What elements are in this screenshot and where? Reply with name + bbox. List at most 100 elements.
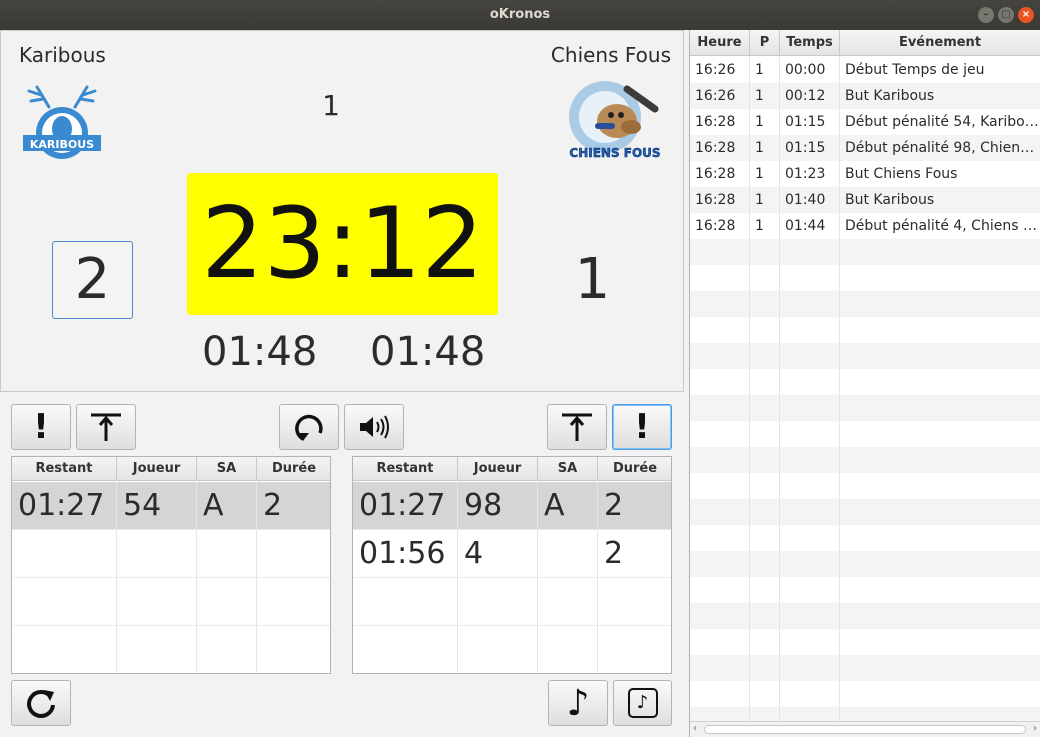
cell-heure: [690, 421, 750, 447]
table-row[interactable]: [690, 473, 1040, 499]
column-header-joueur[interactable]: Joueur: [458, 457, 538, 481]
home-team-name: Karibous: [19, 43, 106, 67]
table-row[interactable]: [690, 499, 1040, 525]
cell-temps: 00:00: [780, 57, 840, 83]
game-clock[interactable]: 23:12: [187, 173, 498, 315]
cell-sa: [538, 530, 598, 578]
table-row[interactable]: [690, 655, 1040, 681]
home-penalties-table: Restant Joueur SA Durée 01:27 54 A 2: [11, 456, 331, 674]
cell-event: [840, 421, 1040, 447]
scrollbar-thumb[interactable]: [704, 725, 1026, 734]
cell-temps: [780, 655, 840, 681]
table-row[interactable]: 01:27 54 A 2: [12, 482, 330, 530]
music-small-button[interactable]: ♪: [613, 680, 672, 726]
column-header-sa[interactable]: SA: [538, 457, 598, 481]
cell-p: [750, 525, 780, 551]
home-team-logo: KARIBOUS: [23, 85, 101, 159]
table-row[interactable]: [690, 395, 1040, 421]
cell-joueur: 98: [458, 482, 538, 530]
column-header-evenement[interactable]: Evénement: [840, 30, 1040, 56]
table-row[interactable]: [690, 265, 1040, 291]
reset-button[interactable]: [11, 680, 71, 726]
cell-p: 1: [750, 109, 780, 135]
cell-empty: [117, 578, 197, 626]
cell-heure: [690, 681, 750, 707]
cell-event: [840, 317, 1040, 343]
column-header-duree[interactable]: Durée: [257, 457, 330, 481]
column-header-temps[interactable]: Temps: [780, 30, 840, 56]
table-row[interactable]: 01:27 98 A 2: [353, 482, 671, 530]
table-row[interactable]: [353, 578, 671, 626]
table-row[interactable]: [690, 577, 1040, 603]
table-row[interactable]: [690, 239, 1040, 265]
home-goal-button[interactable]: [76, 404, 136, 450]
home-penalty-button[interactable]: !: [11, 404, 71, 450]
away-goal-button[interactable]: [547, 404, 607, 450]
cell-p: 1: [750, 187, 780, 213]
column-header-restant[interactable]: Restant: [353, 457, 458, 481]
column-header-sa[interactable]: SA: [197, 457, 257, 481]
cell-heure: [690, 499, 750, 525]
cell-empty: [458, 626, 538, 673]
cell-p: 1: [750, 83, 780, 109]
table-row[interactable]: 16:28 1 01:44 Début pénalité 4, Chiens Fous: [690, 213, 1040, 239]
cell-heure: 16:28: [690, 213, 750, 239]
table-row[interactable]: [12, 626, 330, 673]
column-header-joueur[interactable]: Joueur: [117, 457, 197, 481]
table-row[interactable]: [353, 626, 671, 673]
table-row[interactable]: 16:26 1 00:00 Début Temps de jeu: [690, 57, 1040, 83]
scroll-left-icon[interactable]: ‹: [693, 723, 697, 734]
horn-button[interactable]: [344, 404, 404, 450]
minimize-icon[interactable]: –: [978, 7, 994, 23]
table-row[interactable]: [690, 603, 1040, 629]
music-button[interactable]: ♪: [548, 680, 608, 726]
cell-event: But Chiens Fous: [840, 161, 1040, 187]
table-row[interactable]: [690, 551, 1040, 577]
table-row[interactable]: [690, 525, 1040, 551]
table-row[interactable]: [690, 343, 1040, 369]
cell-empty: [197, 626, 257, 673]
cell-event: [840, 395, 1040, 421]
exclamation-icon: !: [634, 407, 650, 447]
events-horizontal-scrollbar[interactable]: ‹ ›: [690, 721, 1040, 737]
maximize-icon[interactable]: □: [998, 7, 1014, 23]
cell-event: [840, 239, 1040, 265]
table-row[interactable]: [690, 291, 1040, 317]
cell-temps: [780, 239, 840, 265]
table-row[interactable]: [12, 578, 330, 626]
cell-p: [750, 629, 780, 655]
cell-event: [840, 577, 1040, 603]
table-row[interactable]: 16:26 1 00:12 But Karibous: [690, 83, 1040, 109]
column-header-duree[interactable]: Durée: [598, 457, 671, 481]
scoreboard-panel: Karibous Chiens Fous KARIBOUS CHIENS FOU…: [0, 30, 684, 392]
table-row[interactable]: 16:28 1 01:40 But Karibous: [690, 187, 1040, 213]
table-row[interactable]: 01:56 4 2: [353, 530, 671, 578]
cell-p: [750, 291, 780, 317]
cell-p: [750, 421, 780, 447]
column-header-p[interactable]: P: [750, 30, 780, 56]
exclamation-icon: !: [33, 407, 49, 447]
away-penalty-button[interactable]: !: [612, 404, 672, 450]
table-row[interactable]: 16:28 1 01:23 But Chiens Fous: [690, 161, 1040, 187]
cell-heure: [690, 525, 750, 551]
cell-event: [840, 343, 1040, 369]
table-row[interactable]: 16:28 1 01:15 Début pénalité 54, Karibous: [690, 109, 1040, 135]
table-row[interactable]: [690, 447, 1040, 473]
table-row[interactable]: [690, 369, 1040, 395]
reset-icon: [27, 690, 55, 718]
table-row[interactable]: 16:28101:15Début pénalité 98, Chiens Fou…: [690, 135, 1040, 161]
table-row[interactable]: [12, 530, 330, 578]
column-header-heure[interactable]: Heure: [690, 30, 750, 56]
goal-arrow-icon: [91, 413, 121, 441]
cell-temps: 01:15: [780, 109, 840, 135]
close-icon[interactable]: ×: [1018, 7, 1034, 23]
scroll-right-icon[interactable]: ›: [1033, 723, 1037, 734]
table-row[interactable]: [690, 629, 1040, 655]
column-header-restant[interactable]: Restant: [12, 457, 117, 481]
table-row[interactable]: [690, 421, 1040, 447]
cell-heure: 16:26: [690, 57, 750, 83]
undo-button[interactable]: [279, 404, 339, 450]
cell-event: [840, 447, 1040, 473]
table-row[interactable]: [690, 681, 1040, 707]
table-row[interactable]: [690, 317, 1040, 343]
